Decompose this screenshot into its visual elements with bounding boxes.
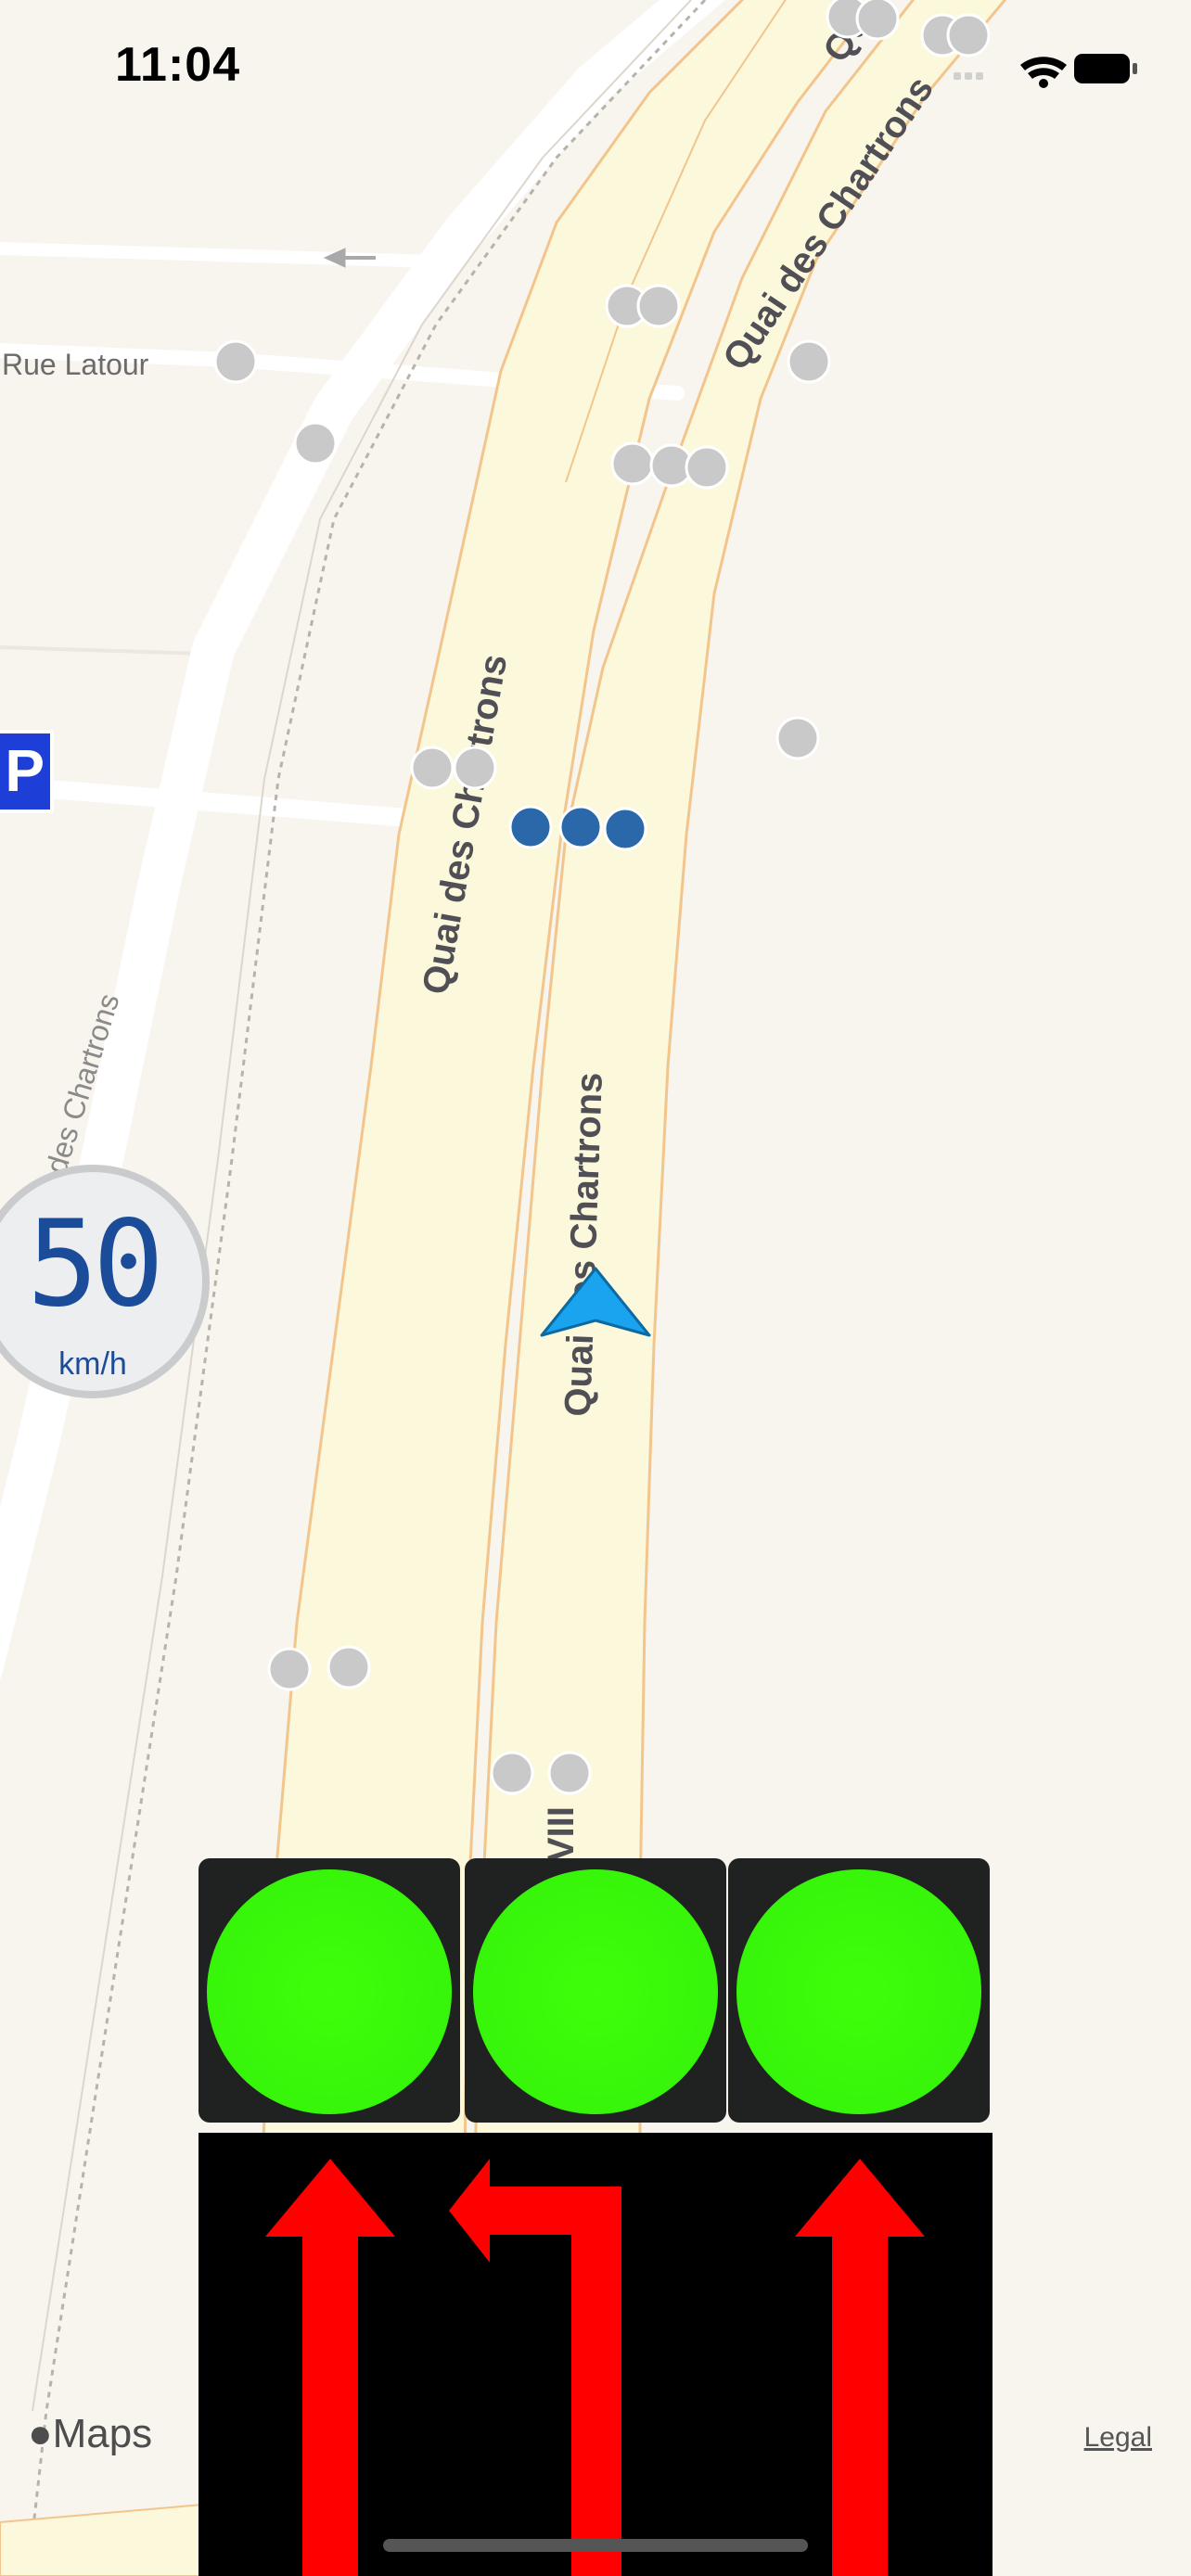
apple-logo-icon: ●: [28, 2411, 53, 2456]
traffic-signal-lane-1: [198, 1858, 460, 2123]
apple-maps-logo: ●Maps: [28, 2411, 152, 2457]
speed-limit-unit: km/h: [58, 1346, 127, 1382]
green-light-icon: [736, 1869, 981, 2114]
legal-link[interactable]: Legal: [1084, 2422, 1152, 2454]
turn-left-arrow-icon: [449, 2159, 621, 2576]
battery-icon: [1074, 54, 1137, 83]
straight-arrow-icon: [265, 2159, 395, 2576]
home-indicator[interactable]: [383, 2539, 808, 2552]
lane-guidance: [198, 2133, 992, 2576]
parking-sign: P: [0, 730, 54, 813]
speed-limit-value: 50: [26, 1195, 164, 1333]
straight-arrow-icon: [795, 2159, 925, 2576]
street-label-bottom-fragment: VIII: [541, 1806, 582, 1862]
traffic-signals: [198, 1858, 992, 2123]
traffic-signal-lane-3: [728, 1858, 990, 2123]
street-label-rue-latour: Rue Latour: [2, 348, 149, 381]
traffic-signal-lane-2: [465, 1858, 726, 2123]
maps-label: Maps: [52, 2411, 153, 2456]
cellular-signal-icon: [954, 72, 983, 80]
status-time: 11:04: [115, 38, 241, 92]
route-markers: [508, 805, 647, 851]
map-screen: Rue Latour Quai des Chartrons Quai des C…: [0, 0, 1191, 2576]
green-light-icon: [473, 1869, 718, 2114]
wifi-icon: [1020, 57, 1067, 88]
status-icons: [954, 54, 1137, 88]
green-light-icon: [207, 1869, 452, 2114]
